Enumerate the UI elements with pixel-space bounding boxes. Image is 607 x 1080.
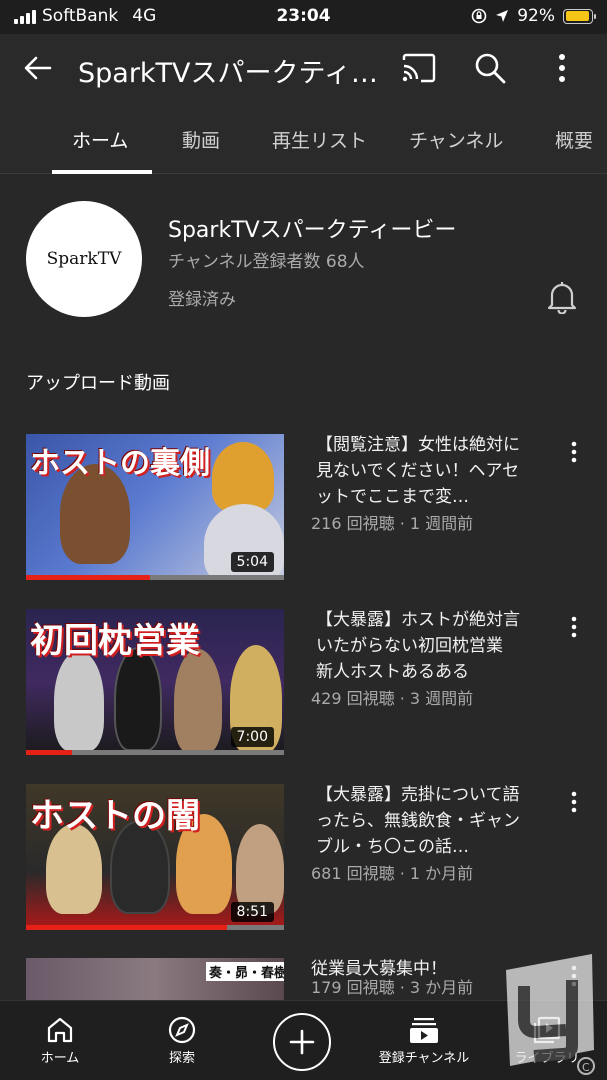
video-more-icon[interactable] (566, 440, 582, 464)
video-title[interactable]: 【閲覧注意】女性は絶対に見ないでください！ヘアセットでここまで変… (316, 432, 528, 510)
tab-about[interactable]: 概要 (555, 126, 593, 153)
battery-percent: 92% (517, 6, 555, 26)
video-more-icon[interactable] (566, 615, 582, 639)
channel-title: SparkTVスパークティー… (78, 58, 378, 89)
video-item[interactable]: ホストの裏側 5:04 【閲覧注意】女性は絶対に見ないでください！ヘアセットでこ… (0, 434, 607, 584)
subscriber-count: チャンネル登録者数 68人 (168, 252, 365, 272)
video-thumbnail[interactable]: 奏・昴・春樹 (26, 958, 284, 1002)
tab-home[interactable]: ホーム (72, 126, 128, 153)
video-item[interactable]: 初回枕営業 7:00 【大暴露】ホストが絶対言いたがらない初回枕営業 新人ホスト… (0, 609, 607, 759)
app-header: SparkTVスパークティー… (0, 34, 607, 102)
video-title[interactable]: 【大暴露】売掛について語ったら、無銭飲食・ギャンブル・ち〇この話… (316, 782, 528, 860)
subscribed-button[interactable]: 登録済み (168, 285, 236, 310)
cast-icon[interactable] (400, 52, 438, 84)
watermark-logo: C (506, 954, 595, 1075)
video-thumbnail[interactable]: ホストの闇 8:51 (26, 784, 284, 930)
nav-explore[interactable]: 探索 (127, 1001, 237, 1066)
video-meta: 429 回視聴 · 3 週間前 (311, 689, 474, 708)
thumbnail-text: 奏・昴・春樹 (206, 962, 284, 981)
video-meta: 179 回視聴 · 3 か月前 (311, 978, 474, 997)
watch-progress (26, 925, 284, 930)
watch-progress (26, 750, 284, 755)
video-item[interactable]: ホストの闇 8:51 【大暴露】売掛について語ったら、無銭飲食・ギャンブル・ち〇… (0, 784, 607, 934)
watch-progress (26, 575, 284, 580)
location-icon (496, 10, 509, 22)
channel-tabs: ホーム 動画 再生リスト チャンネル 概要 (0, 102, 607, 174)
thumbnail-text: ホストの闇 (30, 796, 200, 836)
nav-label: 探索 (168, 1051, 195, 1066)
home-icon (47, 1017, 73, 1043)
plus-icon (289, 1029, 315, 1055)
nav-home[interactable]: ホーム (5, 1001, 115, 1066)
search-icon[interactable] (472, 50, 508, 86)
video-duration: 8:51 (230, 902, 274, 922)
channel-avatar[interactable]: SparkTV (26, 201, 142, 317)
video-more-icon[interactable] (566, 790, 582, 814)
active-tab-indicator (52, 170, 152, 174)
video-thumbnail[interactable]: 初回枕営業 7:00 (26, 609, 284, 755)
video-thumbnail[interactable]: ホストの裏側 5:04 (26, 434, 284, 580)
nav-subscriptions[interactable]: 登録チャンネル (369, 1001, 479, 1066)
thumbnail-text: 初回枕営業 (30, 621, 200, 661)
section-title: アップロード動画 (26, 373, 170, 394)
compass-icon (168, 1016, 196, 1044)
thumbnail-text: ホストの裏側 (30, 446, 210, 481)
create-button[interactable] (273, 1013, 331, 1071)
video-title[interactable]: 【大暴露】ホストが絶対言いたがらない初回枕営業 新人ホストあるある (316, 607, 528, 685)
tab-videos[interactable]: 動画 (182, 126, 220, 153)
video-duration: 5:04 (230, 552, 274, 572)
video-meta: 681 回視聴 · 1 か月前 (311, 864, 474, 883)
nav-label: ホーム (40, 1051, 80, 1066)
rotation-lock-icon (471, 8, 487, 24)
channel-name: SparkTVスパークティービー (168, 218, 457, 243)
nav-label: 登録チャンネル (378, 1051, 470, 1066)
svg-text:C: C (582, 1061, 590, 1074)
tab-playlists[interactable]: 再生リスト (272, 126, 367, 153)
battery-icon (563, 8, 596, 24)
status-bar: SoftBank 4G 23:04 92% (0, 0, 607, 34)
back-arrow-icon[interactable] (20, 50, 56, 86)
avatar-logo-text: SparkTV (46, 249, 122, 269)
video-meta: 216 回視聴 · 1 週間前 (311, 514, 474, 533)
bell-icon[interactable] (546, 280, 578, 314)
tab-channels[interactable]: チャンネル (409, 126, 503, 153)
subscriptions-icon (410, 1018, 438, 1043)
video-duration: 7:00 (230, 727, 274, 747)
more-vert-icon[interactable] (548, 50, 576, 86)
